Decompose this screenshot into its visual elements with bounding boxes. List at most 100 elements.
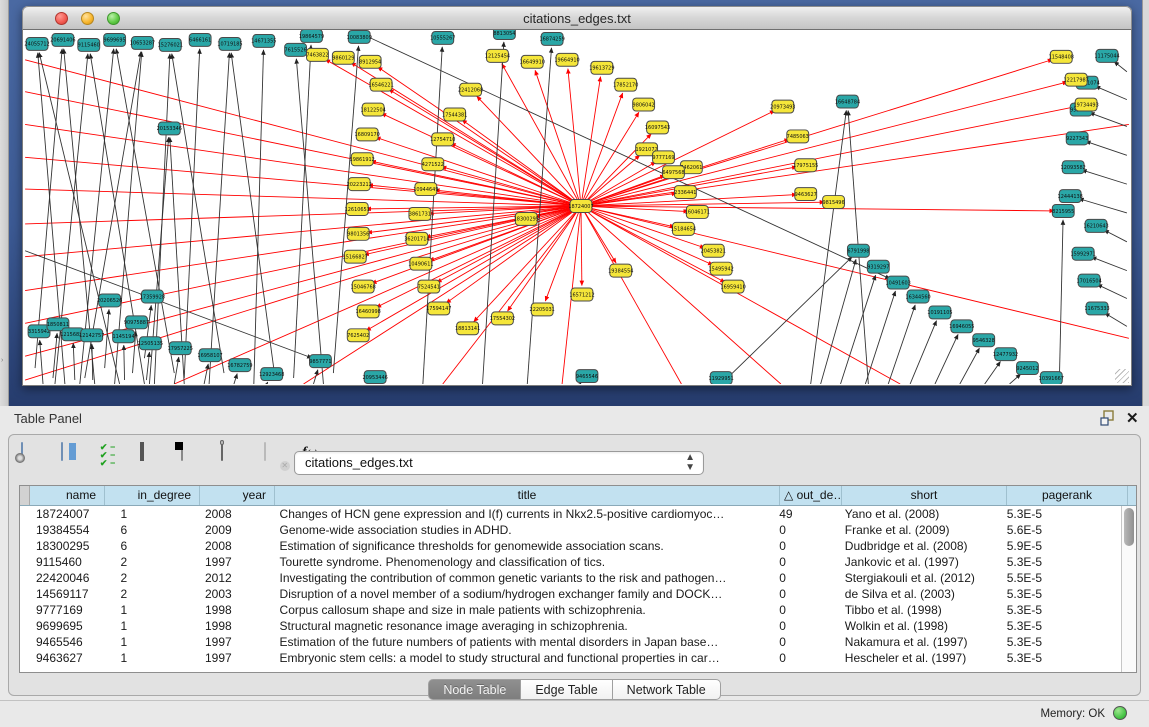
memory-status-icon[interactable] [1113,706,1127,720]
cited-node[interactable]: 12754710 [430,133,455,146]
leaf-node[interactable]: 9465546 [576,370,598,383]
cited-node[interactable]: 20223212 [347,178,372,191]
leaf-node[interactable]: 10083809 [347,30,372,43]
cited-node[interactable]: 16649910 [520,55,545,68]
row-checklist-icon[interactable]: ✔ −✔ −✔ − [100,443,126,469]
leaf-node[interactable]: 12505135 [138,337,163,350]
leaf-node[interactable]: 17957225 [168,342,193,355]
cited-node[interactable]: 12217987 [1064,73,1089,86]
cited-node[interactable]: 2336441 [674,186,696,199]
column-header-year[interactable]: year [200,486,275,505]
cited-node[interactable]: 15184654 [671,222,696,235]
leaf-node[interactable]: 9115460 [78,38,100,51]
cited-node[interactable]: 10490611 [408,257,433,270]
leaf-node[interactable]: 24055712 [24,37,49,50]
cited-node[interactable]: 12610651 [345,203,370,216]
leaf-node[interactable]: 11175044 [1094,49,1119,62]
tab-edge-table[interactable]: Edge Table [521,679,612,700]
cited-node[interactable]: 15046768 [351,280,376,293]
leaf-node[interactable]: 12444138 [1058,190,1083,203]
cited-node[interactable]: 17554302 [490,312,515,325]
cited-node[interactable]: 9860129 [332,51,354,64]
leaf-node[interactable]: 17016504 [1076,274,1101,287]
table-scrollbar[interactable] [1121,506,1136,672]
hub-node[interactable]: 18724007 [568,200,593,213]
leaf-node[interactable]: 12093582 [1061,161,1086,174]
cited-node[interactable]: 11548408 [1049,50,1074,63]
tab-network-table[interactable]: Network Table [613,679,721,700]
leaf-node[interactable]: 20953446 [362,371,387,384]
leaf-node[interactable]: 16648784 [835,95,860,108]
column-header-in_degree[interactable]: in_degree [105,486,200,505]
leaf-node[interactable]: 14671355 [251,34,276,47]
cited-node[interactable]: 19664910 [554,53,579,66]
column-header-out_degree[interactable]: △ out_de… [780,486,842,505]
leaf-node[interactable]: 16210643 [1083,219,1108,232]
cited-node[interactable]: 7485063 [787,130,809,143]
divider-collapse-handle[interactable]: › [1,356,7,366]
leaf-node[interactable]: 10391667 [1039,372,1064,384]
table-scrollbar-thumb[interactable] [1124,508,1134,546]
cited-node[interactable]: 19734493 [1073,98,1098,111]
table-row[interactable]: 977716911998Corpus callosum shape and si… [20,602,1121,618]
window-titlebar[interactable]: citations_edges.txt [22,6,1132,30]
leaf-node[interactable]: 6466161 [189,33,211,46]
table-row[interactable]: 946362711997Embryonic stem cells: a mode… [20,650,1121,666]
delete-column-icon[interactable] [221,443,247,469]
cited-node[interactable]: 4271522 [422,158,444,171]
cited-node[interactable]: 6497568 [662,166,684,179]
cited-node[interactable]: 8912954 [359,55,381,68]
leaf-node[interactable]: 9227343 [1066,132,1088,145]
leaf-node[interactable]: 10491603 [886,276,911,289]
cited-node[interactable]: 7524541 [418,280,440,293]
cited-node[interactable]: 15495942 [709,262,734,275]
cited-node[interactable]: 19861912 [350,153,375,166]
network-canvas[interactable]: 1872400724055712206914069115460969969510… [22,30,1132,386]
cited-node[interactable]: 12125454 [485,49,510,62]
leaf-node[interactable]: 19864579 [299,30,324,42]
table-options-icon[interactable] [19,443,45,469]
cited-node[interactable]: 10944649 [413,183,438,196]
cited-node[interactable]: 19613729 [589,61,614,74]
cited-node[interactable]: 3861731 [409,207,431,220]
table-row[interactable]: 969969511998Structural magnetic resonanc… [20,618,1121,634]
leaf-node[interactable]: 16344560 [905,290,930,303]
cited-node[interactable]: 7463822 [306,48,328,61]
cited-node[interactable]: 17975155 [793,159,818,172]
cited-node[interactable]: 9777169 [652,151,674,164]
cited-node[interactable]: 17852170 [613,78,638,91]
cited-node[interactable]: 36201714 [404,232,429,245]
cited-node[interactable]: 16546221 [368,78,393,91]
table-row[interactable]: 946554611997Estimation of the future num… [20,634,1121,650]
cited-node[interactable]: 7625402 [347,329,369,342]
leaf-node[interactable]: 11675333 [1084,302,1109,315]
select-columns-icon[interactable] [59,443,85,469]
network-table-selector[interactable]: citations_edges.txt ▲▼ [294,451,704,475]
leaf-node[interactable]: 12923468 [259,368,284,381]
leaf-node[interactable]: 10719185 [217,37,242,50]
leaf-node[interactable]: 10555267 [430,31,455,44]
table-row[interactable]: 2242004622012Investigating the contribut… [20,570,1121,586]
create-column-icon[interactable] [181,443,207,469]
cited-node[interactable]: 16097543 [645,121,670,134]
leaf-node[interactable]: 15276021 [158,38,183,51]
cited-node[interactable]: 19384554 [608,264,633,277]
float-panel-icon[interactable] [1100,410,1118,426]
leaf-node[interactable]: 20206526 [97,294,122,307]
tab-node-table[interactable]: Node Table [428,679,521,700]
leaf-node[interactable]: 7615526 [285,43,307,56]
cited-node[interactable]: 18300295 [514,212,539,225]
cited-node[interactable]: 16571212 [569,288,594,301]
leaf-node[interactable]: 12477932 [993,348,1018,361]
leaf-node[interactable]: 20691406 [50,33,75,46]
leaf-node[interactable]: 9319297 [867,260,889,273]
left-panel-divider[interactable]: › [0,0,9,406]
leaf-node[interactable]: 16946055 [949,320,974,333]
leaf-node[interactable]: 9857771 [309,355,331,368]
cited-node[interactable]: 9801356 [347,227,369,240]
leaf-node[interactable]: 8813054 [493,30,515,39]
table-row[interactable]: 1872400712008Changes of HCN gene express… [20,506,1121,522]
cited-node[interactable]: 22205031 [530,303,555,316]
cited-node[interactable]: 15166827 [343,250,368,263]
leaf-node[interactable]: 11929951 [709,372,734,384]
